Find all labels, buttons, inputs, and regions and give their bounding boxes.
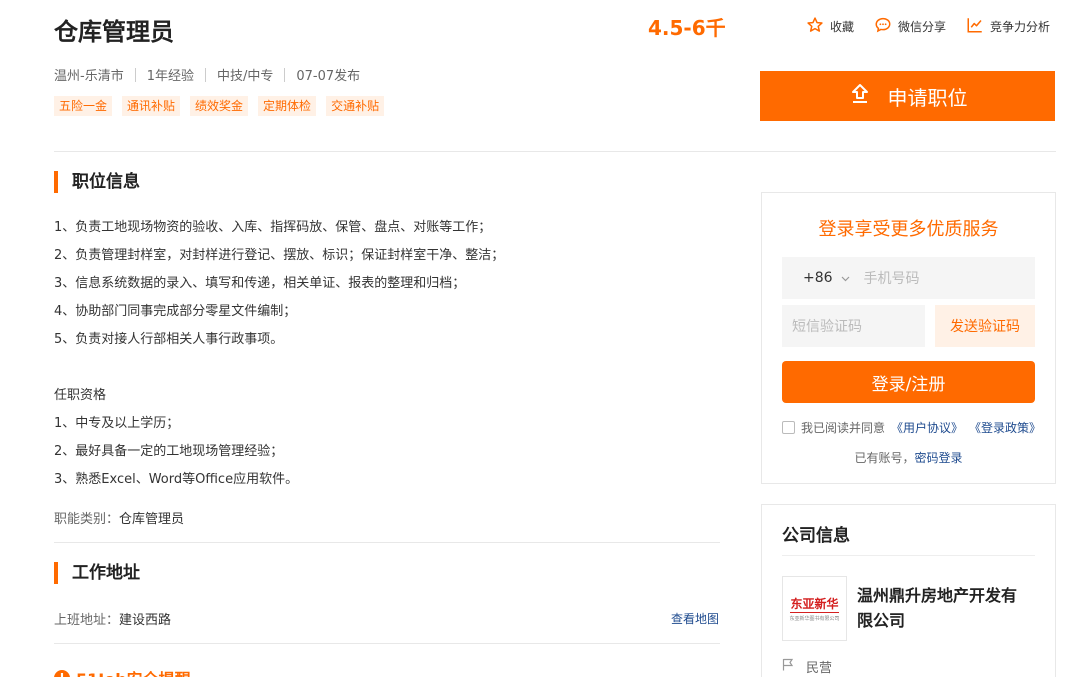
agree-checkbox[interactable]	[782, 421, 795, 434]
job-description: 1、负责工地现场物资的验收、入库、指挥码放、保管、盘点、对账等工作； 2、负责管…	[54, 214, 504, 494]
requirements-title: 任职资格	[54, 388, 107, 403]
job-experience: 1年经验	[146, 69, 194, 84]
flag-icon	[782, 658, 794, 675]
agree-text: 我已阅读并同意	[801, 421, 886, 435]
password-login-link[interactable]: 密码登录	[915, 451, 963, 465]
job-education: 中技/中专	[216, 69, 274, 84]
section-divider	[54, 542, 720, 543]
country-code-select[interactable]: +86	[782, 270, 850, 286]
meta-divider	[204, 67, 206, 82]
company-logo[interactable]: 东亚新华 东亚新华图书有限公司	[782, 576, 847, 641]
login-policy-link[interactable]: 《登录政策》	[969, 419, 1041, 436]
duty-line: 1、负责工地现场物资的验收、入库、指挥码放、保管、盘点、对账等工作；	[54, 220, 492, 235]
wechat-share-label: 微信分享	[898, 20, 947, 34]
duty-line: 5、负责对接人行部相关人事行政事项。	[54, 332, 284, 347]
agreement-row: 我已阅读并同意 《用户协议》 《登录政策》	[782, 419, 1041, 436]
favorite-label: 收藏	[830, 20, 855, 34]
meta-divider	[134, 67, 136, 82]
company-info-heading: 公司信息	[782, 526, 850, 546]
send-code-button[interactable]: 发送验证码	[935, 305, 1035, 347]
job-location: 温州-乐清市	[54, 69, 124, 84]
competitiveness-label: 竞争力分析	[990, 20, 1051, 34]
have-account-text: 已有账号，	[854, 451, 915, 465]
job-publish-date: 07-07发布	[296, 69, 361, 84]
job-info-heading: 职位信息	[54, 171, 140, 193]
requirement-line: 1、中专及以上学历；	[54, 416, 180, 431]
benefit-tag: 绩效奖金	[190, 96, 249, 116]
job-function: 职能类别：仓库管理员	[54, 508, 184, 527]
country-code-value: +86	[803, 270, 833, 286]
view-map-link[interactable]: 查看地图	[671, 610, 719, 627]
login-title: 登录享受更多优质服务	[818, 219, 999, 240]
benefit-tag: 通讯补贴	[122, 96, 181, 116]
header-divider	[54, 151, 1056, 152]
requirement-line: 2、最好具备一定的工地现场管理经验；	[54, 444, 284, 459]
requirement-line: 3、熟悉Excel、Word等Office应用软件。	[54, 472, 299, 487]
benefit-tag: 交通补贴	[326, 96, 385, 116]
favorite-button[interactable]: 收藏	[806, 16, 854, 37]
alert-icon: !	[54, 670, 70, 677]
company-type-value: 民营	[806, 661, 833, 676]
company-name[interactable]: 温州鼎升房地产开发有限公司	[857, 583, 1017, 633]
upload-arrow-icon	[848, 82, 872, 111]
apply-job-button[interactable]: 申请职位	[760, 71, 1055, 121]
logo-subtext: 东亚新华图书有限公司	[789, 616, 840, 622]
function-value: 仓库管理员	[119, 512, 185, 527]
section-divider	[54, 643, 720, 644]
company-divider	[782, 555, 1035, 556]
chevron-down-icon	[841, 270, 850, 286]
have-account-row: 已有账号，密码登录	[762, 449, 1055, 466]
wechat-share-button[interactable]: 微信分享	[874, 16, 946, 37]
benefit-tags: 五险一金 通讯补贴 绩效奖金 定期体检 交通补贴	[54, 96, 385, 116]
phone-number-input[interactable]	[849, 270, 1045, 286]
login-panel: 登录享受更多优质服务 +86 发送验证码 登录/注册 我已阅读并同意 《用户协议…	[761, 192, 1056, 484]
star-icon	[806, 16, 824, 37]
company-type: 民营	[782, 657, 832, 676]
duty-line: 3、信息系统数据的录入、填写和传递，相关单证、报表的整理和归档；	[54, 276, 466, 291]
address-value: 建设西路	[119, 613, 172, 628]
duty-line: 4、协助部门同事完成部分零星文件编制；	[54, 304, 297, 319]
meta-divider	[284, 67, 286, 82]
function-label: 职能类别：	[54, 512, 120, 527]
company-panel: 公司信息 东亚新华 东亚新华图书有限公司 温州鼎升房地产开发有限公司 民营	[761, 504, 1056, 677]
login-register-button[interactable]: 登录/注册	[782, 361, 1035, 403]
apply-job-label: 申请职位	[887, 85, 968, 110]
work-address-heading: 工作地址	[54, 562, 140, 584]
chat-bubble-icon	[874, 16, 892, 37]
benefit-tag: 定期体检	[258, 96, 317, 116]
job-actions: 收藏 微信分享 竞争力分析	[806, 16, 1050, 37]
user-agreement-link[interactable]: 《用户协议》	[891, 419, 963, 436]
safety-notice-title: 51Job安全提醒	[76, 666, 191, 677]
safety-notice: ! 51Job安全提醒	[54, 666, 191, 677]
benefit-tag: 五险一金	[54, 96, 113, 116]
competitiveness-button[interactable]: 竞争力分析	[966, 16, 1050, 37]
salary: 4.5-6千	[648, 16, 726, 40]
work-address: 上班地址：建设西路	[54, 609, 171, 628]
address-label: 上班地址：	[54, 613, 120, 628]
sms-code-input[interactable]	[782, 305, 925, 347]
duty-line: 2、负责管理封样室，对封样进行登记、摆放、标识；保证封样室干净、整洁；	[54, 248, 505, 263]
job-meta: 温州-乐清市 1年经验 中技/中专 07-07发布	[54, 65, 360, 84]
logo-text: 东亚新华	[790, 597, 839, 613]
job-title: 仓库管理员	[54, 18, 174, 46]
phone-row: +86	[782, 257, 1045, 299]
trend-chart-icon	[966, 16, 984, 37]
